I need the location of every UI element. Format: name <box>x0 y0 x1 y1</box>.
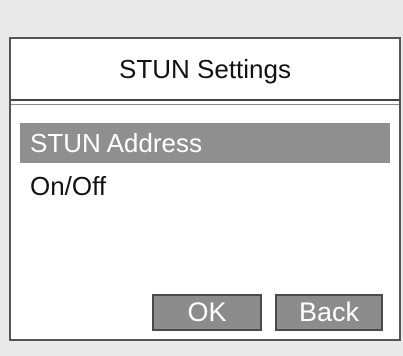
back-button[interactable]: Back <box>275 294 383 331</box>
menu-item-stun-address[interactable]: STUN Address <box>20 123 390 163</box>
phone-screen: STUN Settings STUN Address On/Off OK Bac… <box>9 37 401 341</box>
title-divider <box>11 99 399 101</box>
ok-button[interactable]: OK <box>152 294 262 331</box>
settings-menu: STUN Address On/Off <box>20 123 390 209</box>
title-divider-secondary <box>11 104 399 105</box>
screen-title: STUN Settings <box>119 53 291 84</box>
menu-item-on-off[interactable]: On/Off <box>20 166 390 206</box>
phone-device-frame: STUN Settings STUN Address On/Off OK Bac… <box>0 0 403 356</box>
